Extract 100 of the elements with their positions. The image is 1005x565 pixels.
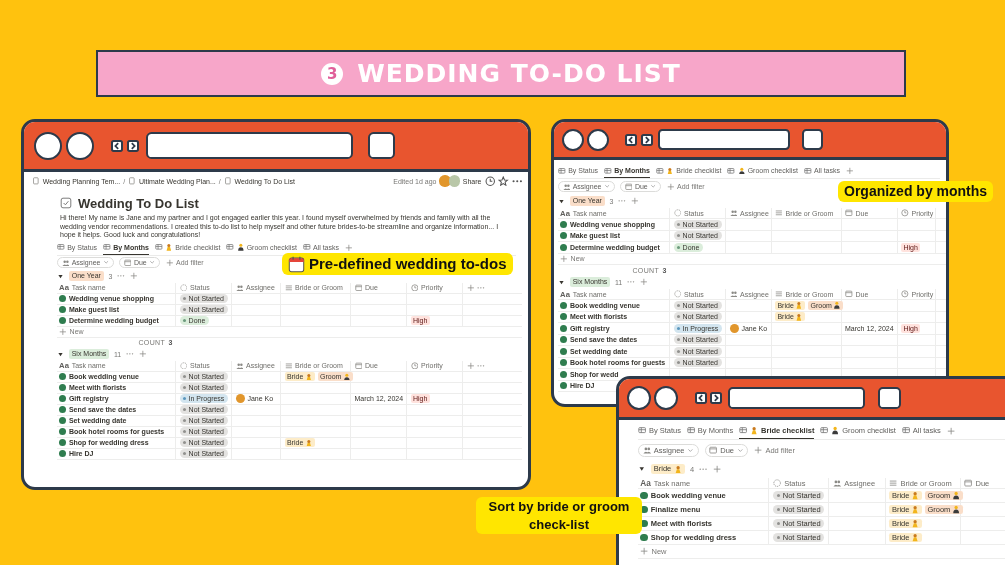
list-icon bbox=[775, 290, 783, 298]
column-type-label: Aa bbox=[640, 478, 651, 488]
plus-icon bbox=[666, 182, 675, 191]
clock-icon bbox=[410, 361, 419, 370]
bride-icon bbox=[795, 312, 803, 321]
people-icon bbox=[235, 361, 244, 370]
address-bar[interactable] bbox=[728, 386, 865, 410]
star-icon[interactable] bbox=[498, 175, 509, 187]
collapse-toggle-icon[interactable] bbox=[57, 350, 64, 358]
groom-icon bbox=[236, 243, 245, 251]
calendar-icon bbox=[964, 478, 973, 488]
avatar bbox=[448, 175, 460, 187]
clock-icon bbox=[901, 290, 909, 298]
address-bar[interactable] bbox=[657, 129, 790, 150]
plus-icon bbox=[640, 547, 649, 556]
chevron-left-icon bbox=[627, 135, 636, 144]
groom-icon bbox=[737, 166, 746, 175]
window-control[interactable] bbox=[627, 386, 651, 410]
back-button[interactable] bbox=[111, 139, 124, 152]
table-icon bbox=[604, 166, 612, 175]
forward-button[interactable] bbox=[640, 133, 653, 146]
clock-icon[interactable] bbox=[484, 175, 495, 187]
collapse-toggle-icon[interactable] bbox=[638, 465, 646, 473]
status-icon bbox=[673, 290, 682, 298]
bride-icon bbox=[304, 372, 313, 381]
window-control[interactable] bbox=[65, 131, 94, 160]
list-icon bbox=[889, 478, 898, 488]
callout-text: Organized by months bbox=[844, 182, 988, 201]
chevron-left-icon bbox=[697, 394, 706, 402]
groom-icon bbox=[833, 301, 841, 310]
groom-icon bbox=[951, 505, 961, 514]
collapse-toggle-icon[interactable] bbox=[558, 278, 565, 286]
status-icon bbox=[179, 361, 188, 370]
groom-icon bbox=[831, 426, 840, 435]
table-icon bbox=[226, 243, 235, 251]
forward-button[interactable] bbox=[127, 139, 140, 152]
bride-icon bbox=[673, 464, 682, 474]
toolbar-button[interactable] bbox=[877, 386, 901, 410]
bride-icon bbox=[910, 533, 920, 542]
table-icon bbox=[57, 243, 65, 251]
collapse-toggle-icon[interactable] bbox=[57, 272, 64, 280]
calendar-icon bbox=[354, 361, 363, 370]
calendar-icon bbox=[123, 258, 132, 267]
back-button[interactable] bbox=[695, 392, 708, 404]
calendar-icon bbox=[709, 445, 718, 455]
chevron-down-icon bbox=[650, 183, 657, 190]
address-bar[interactable] bbox=[145, 132, 353, 159]
banner-title: WEDDING TO-DO LIST bbox=[357, 59, 681, 88]
collapse-toggle-icon[interactable] bbox=[558, 197, 565, 205]
checkbox-icon bbox=[60, 197, 72, 209]
toolbar-button[interactable] bbox=[368, 132, 395, 159]
status-icon bbox=[673, 209, 682, 217]
people-icon bbox=[642, 445, 651, 455]
bride-icon bbox=[165, 243, 173, 251]
people-icon bbox=[729, 209, 738, 217]
calendar-icon bbox=[354, 283, 363, 292]
table-icon bbox=[820, 426, 829, 435]
people-icon bbox=[833, 478, 842, 488]
callout-text: Pre-defined wedding to-dos bbox=[309, 254, 507, 274]
toolbar-button[interactable] bbox=[801, 129, 823, 150]
plus-icon bbox=[754, 445, 763, 455]
window-control[interactable] bbox=[654, 386, 679, 410]
groom-icon bbox=[951, 491, 961, 500]
table-icon bbox=[803, 166, 812, 175]
plus-icon bbox=[165, 258, 174, 267]
calendar-icon bbox=[624, 182, 633, 191]
list-icon bbox=[284, 361, 293, 370]
calendar-icon bbox=[288, 255, 305, 273]
plus-icon bbox=[59, 327, 67, 336]
chevron-right-icon bbox=[712, 394, 721, 402]
groom-icon bbox=[342, 372, 351, 381]
clock-icon bbox=[901, 209, 909, 217]
bride-icon bbox=[750, 426, 759, 435]
window-control[interactable] bbox=[587, 128, 610, 151]
step-number: 3 bbox=[321, 62, 344, 85]
avatar bbox=[729, 323, 739, 333]
page-icon bbox=[128, 177, 136, 185]
table-icon bbox=[687, 426, 696, 435]
people-icon bbox=[235, 283, 244, 292]
page-title: Wedding To Do List bbox=[78, 195, 199, 211]
back-button[interactable] bbox=[625, 133, 638, 146]
window-control[interactable] bbox=[34, 131, 62, 160]
chevron-down-icon bbox=[149, 259, 156, 266]
table-icon bbox=[302, 243, 311, 251]
bride-icon bbox=[304, 438, 313, 447]
forward-button[interactable] bbox=[710, 392, 723, 404]
chevron-down-icon bbox=[603, 183, 611, 190]
table-icon bbox=[727, 166, 736, 175]
bride-icon bbox=[910, 491, 920, 500]
page-icon bbox=[223, 177, 232, 185]
table-icon bbox=[739, 426, 748, 435]
chevron-down-icon bbox=[687, 446, 694, 454]
clock-icon bbox=[410, 283, 419, 292]
window-control[interactable] bbox=[562, 128, 584, 151]
chevron-down-icon bbox=[102, 259, 110, 266]
table-icon bbox=[103, 243, 111, 251]
chevron-right-icon bbox=[642, 135, 651, 144]
table-icon bbox=[901, 426, 911, 435]
table-icon bbox=[656, 166, 664, 175]
list-icon bbox=[284, 283, 293, 292]
